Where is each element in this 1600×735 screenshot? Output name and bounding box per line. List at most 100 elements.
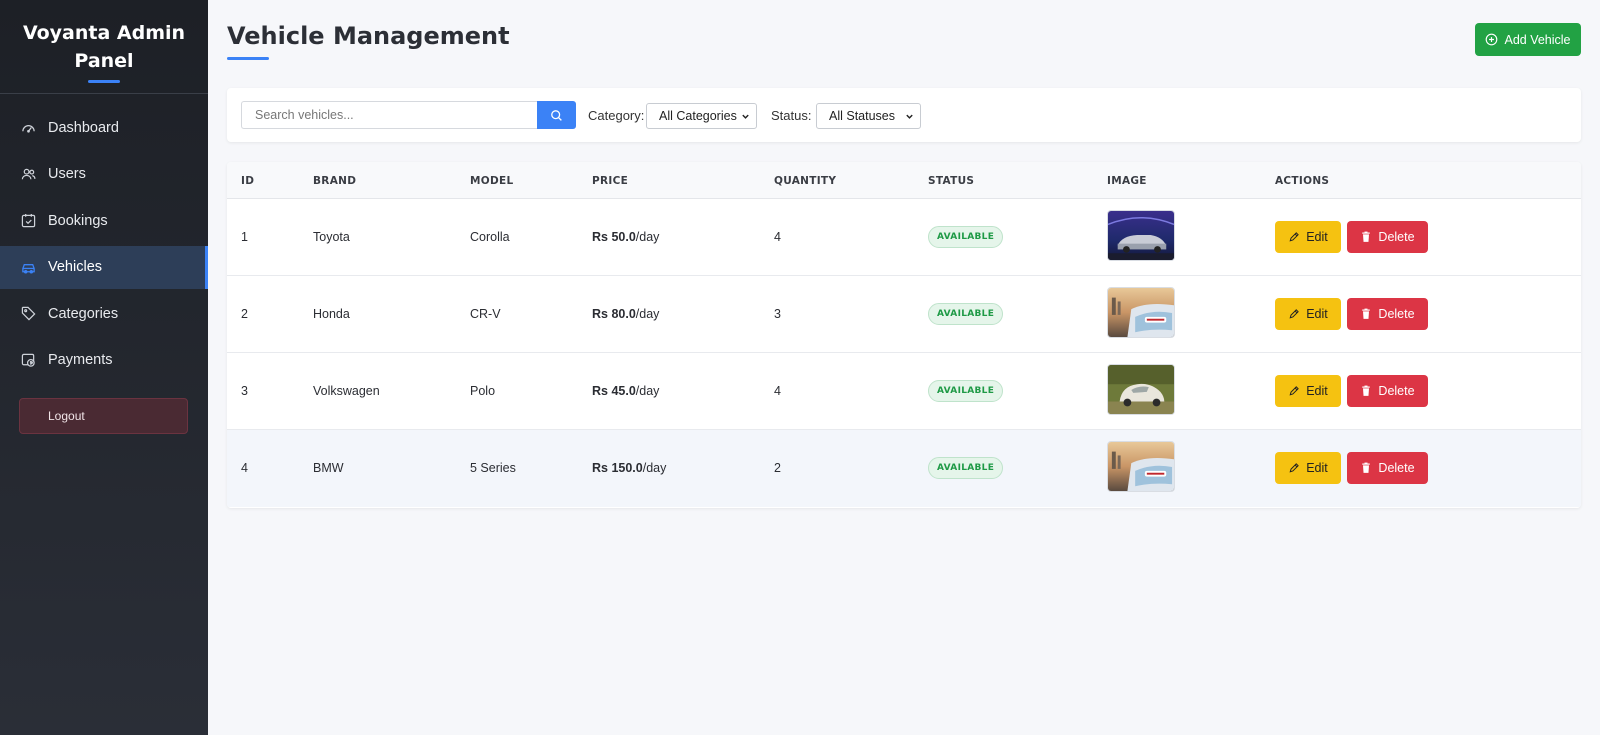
sidebar-item-dashboard[interactable]: Dashboard — [0, 106, 208, 149]
cell-quantity: 2 — [774, 461, 781, 475]
cell-model: Polo — [470, 384, 496, 398]
sidebar-item-label: Bookings — [48, 212, 108, 229]
brand-title-line1: Voyanta Admin — [22, 22, 186, 44]
delete-button[interactable]: Delete — [1347, 375, 1428, 407]
table-row: 2 Honda CR-V Rs 80.0/day 3 AVAILABLE Edi… — [227, 276, 1581, 353]
tags-icon — [21, 306, 36, 321]
status-badge: AVAILABLE — [928, 303, 1004, 325]
column-header-status: STATUS — [928, 175, 975, 187]
edit-label: Edit — [1306, 384, 1328, 398]
status-badge: AVAILABLE — [928, 380, 1004, 402]
cell-quantity: 4 — [774, 230, 781, 244]
price-amount: Rs 50.0 — [592, 230, 636, 244]
brand: Voyanta Admin Panel — [0, 0, 208, 94]
sidebar-item-label: Users — [48, 166, 86, 182]
category-filter-label: Category: — [588, 108, 645, 123]
table-row: 1 Toyota Corolla Rs 50.0/day 4 AVAILABLE… — [227, 199, 1581, 276]
delete-button[interactable]: Delete — [1347, 298, 1428, 330]
delete-label: Delete — [1378, 461, 1415, 475]
filter-bar: Category: All Categories Status: All Sta… — [227, 88, 1581, 142]
sidebar-item-bookings[interactable]: Bookings — [0, 199, 208, 242]
cell-id: 4 — [241, 461, 248, 475]
category-select-value: All Categories — [659, 109, 737, 123]
delete-label: Delete — [1378, 230, 1415, 244]
edit-button[interactable]: Edit — [1275, 375, 1341, 407]
category-select[interactable]: All Categories — [646, 103, 757, 129]
sidebar-item-label: Dashboard — [48, 119, 119, 136]
edit-button[interactable]: Edit — [1275, 298, 1341, 330]
cell-id: 3 — [241, 384, 248, 398]
cell-price: Rs 50.0/day — [592, 230, 659, 244]
trash-icon — [1362, 385, 1371, 396]
table-row: 3 Volkswagen Polo Rs 45.0/day 4 AVAILABL… — [227, 353, 1581, 430]
cell-price: Rs 45.0/day — [592, 384, 659, 398]
search-input[interactable] — [241, 101, 537, 129]
price-amount: Rs 80.0 — [592, 307, 636, 321]
edit-button[interactable]: Edit — [1275, 221, 1341, 253]
cell-quantity: 3 — [774, 307, 781, 321]
delete-label: Delete — [1378, 384, 1415, 398]
vehicle-image — [1107, 441, 1175, 492]
cell-price: Rs 80.0/day — [592, 307, 659, 321]
status-badge: AVAILABLE — [928, 457, 1004, 479]
price-unit: /day — [635, 307, 660, 321]
column-header-quantity: QUANTITY — [774, 175, 837, 187]
delete-button[interactable]: Delete — [1347, 221, 1428, 253]
price-amount: Rs 150.0 — [592, 461, 643, 475]
car-icon — [21, 260, 36, 275]
brand-title-line2: Panel — [74, 50, 134, 72]
delete-label: Delete — [1378, 307, 1415, 321]
pencil-icon — [1289, 386, 1300, 396]
cell-quantity: 4 — [774, 384, 781, 398]
cell-id: 1 — [241, 230, 248, 244]
vehicles-table: ID BRAND MODEL PRICE QUANTITY STATUS IMA… — [227, 162, 1581, 508]
status-filter-label: Status: — [771, 108, 812, 123]
cell-model: 5 Series — [470, 461, 516, 475]
add-vehicle-button[interactable]: Add Vehicle — [1475, 23, 1581, 56]
pencil-icon — [1289, 309, 1300, 319]
plus-circle-icon — [1486, 33, 1498, 46]
table-row: 4 BMW 5 Series Rs 150.0/day 2 AVAILABLE … — [227, 430, 1581, 507]
logout-button[interactable]: Logout — [19, 398, 188, 434]
cell-brand: Honda — [313, 307, 350, 321]
sidebar-item-label: Categories — [48, 305, 119, 322]
cell-brand: BMW — [313, 461, 344, 475]
sidebar-item-vehicles[interactable]: Vehicles — [0, 245, 208, 289]
column-header-actions: ACTIONS — [1275, 175, 1330, 187]
price-amount: Rs 45.0 — [592, 384, 636, 398]
trash-icon — [1362, 462, 1371, 473]
cell-brand: Toyota — [313, 230, 350, 244]
sidebar: Voyanta Admin Panel Dashboard Users Book… — [0, 0, 208, 735]
status-select-value: All Statuses — [829, 109, 896, 123]
edit-button[interactable]: Edit — [1275, 452, 1341, 484]
calendar-check-icon — [21, 213, 36, 228]
edit-label: Edit — [1306, 230, 1328, 244]
status-select[interactable]: All Statuses — [816, 103, 921, 129]
cell-price: Rs 150.0/day — [592, 461, 666, 475]
table-header: ID BRAND MODEL PRICE QUANTITY STATUS IMA… — [227, 162, 1581, 199]
chevron-down-icon — [742, 114, 749, 119]
sidebar-item-payments[interactable]: Payments — [0, 339, 208, 382]
sidebar-item-categories[interactable]: Categories — [0, 292, 208, 335]
price-unit: /day — [635, 230, 660, 244]
delete-button[interactable]: Delete — [1347, 452, 1428, 484]
column-header-price: PRICE — [592, 175, 629, 187]
cell-brand: Volkswagen — [313, 384, 380, 398]
search-button[interactable] — [537, 101, 576, 129]
add-vehicle-label: Add Vehicle — [1504, 32, 1571, 47]
brand-underline — [88, 80, 120, 83]
status-badge: AVAILABLE — [928, 226, 1004, 248]
sidebar-nav: Dashboard Users Bookings Vehicles Catego… — [0, 106, 208, 382]
users-icon — [21, 167, 36, 182]
price-unit: /day — [642, 461, 667, 475]
trash-icon — [1362, 231, 1371, 242]
column-header-id: ID — [241, 175, 255, 187]
gauge-icon — [21, 120, 36, 135]
sidebar-item-label: Payments — [48, 352, 113, 368]
pencil-icon — [1289, 232, 1300, 242]
pencil-icon — [1289, 463, 1300, 473]
edit-label: Edit — [1306, 461, 1328, 475]
page-title: Vehicle Management — [227, 22, 510, 50]
column-header-image: IMAGE — [1107, 175, 1147, 187]
sidebar-item-users[interactable]: Users — [0, 153, 208, 196]
